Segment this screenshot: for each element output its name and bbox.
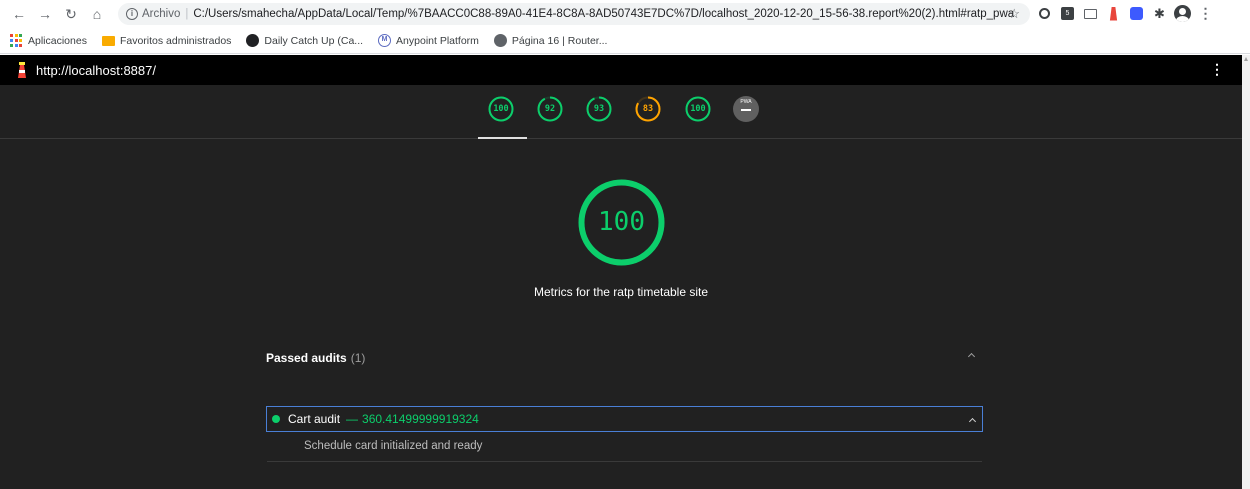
shield-extension-icon[interactable] [1128,5,1145,22]
score-gauges-bar: 100 92 93 83 100 PWA [0,85,1242,139]
lighthouse-report: http://localhost:8887/ ⋮ 100 92 93 83 10… [0,55,1242,489]
chevron-up-icon[interactable] [968,351,976,359]
gauge-value: 93 [593,104,605,114]
report-topbar: http://localhost:8887/ ⋮ [0,55,1242,85]
address-bar[interactable]: i Archivo | C:/Users/smahecha/AppData/Lo… [118,3,1030,25]
extension-icons: 5 ✱ ⋮ [1036,5,1214,22]
pwa-badge[interactable]: PWA [733,96,759,122]
puzzle-icon[interactable]: ✱ [1151,5,1168,22]
bookmark-label: Anypoint Platform [396,34,479,47]
bookmark-router-page[interactable]: Página 16 | Router... [493,34,608,47]
gauge-value: 83 [642,104,654,114]
gauge-5[interactable]: 100 [684,95,712,123]
bookmark-daily-catch-up[interactable]: Daily Catch Up (Ca... [246,34,363,47]
bookmark-label: Aplicaciones [28,34,87,47]
pwa-badge-label: PWA [740,99,752,105]
back-icon[interactable]: ← [8,3,30,25]
url-path: C:/Users/smahecha/AppData/Local/Temp/%7B… [193,8,1015,20]
lighthouse-extension-icon[interactable] [1105,5,1122,22]
active-gauge-underline [478,137,527,139]
pwa-dash-icon [741,109,751,111]
audit-row-cart[interactable]: Cart audit — 360.41499999919324 [266,406,983,432]
browser-menu-icon[interactable]: ⋮ [1197,5,1214,22]
bookmarks-bar: Aplicaciones Favoritos administrados Dai… [0,28,1250,54]
lighthouse-logo-icon [16,62,28,78]
gauge-value: 100 [493,104,509,114]
folder-icon [101,35,115,46]
cast-icon[interactable] [1082,5,1099,22]
bookmark-apps[interactable]: Aplicaciones [10,34,87,47]
gauge-4[interactable]: 83 [634,95,662,123]
page-scrollbar[interactable] [1242,55,1250,489]
reload-icon[interactable]: ↻ [60,3,82,25]
report-menu-icon[interactable]: ⋮ [1210,61,1224,78]
bookmark-anypoint-platform[interactable]: M Anypoint Platform [378,34,479,47]
chevron-up-icon[interactable] [969,416,977,424]
home-icon[interactable]: ⌂ [86,3,108,25]
gauge-2[interactable]: 92 [536,95,564,123]
audit-dash: — [346,412,359,426]
audit-title: Cart audit [288,412,341,426]
gauge-3[interactable]: 93 [585,95,613,123]
passed-audits-title: Passed audits [266,351,347,365]
bookmark-label: Daily Catch Up (Ca... [264,34,364,47]
extension-square-icon[interactable]: 5 [1059,5,1076,22]
star-icon[interactable]: ☆ [1008,6,1020,22]
audit-description: Schedule card initialized and ready [267,432,982,462]
profile-avatar-icon[interactable] [1174,5,1191,22]
url-scheme: Archivo [142,8,181,20]
bookmark-managed-favorites[interactable]: Favoritos administrados [101,34,232,47]
bookmark-label: Favoritos administrados [119,34,232,47]
bookmark-label: Página 16 | Router... [511,34,608,47]
forward-icon[interactable]: → [34,3,56,25]
mulesoft-icon: M [378,34,392,47]
url-separator: | [185,8,189,20]
report-url[interactable]: http://localhost:8887/ [36,63,156,78]
browser-toolbar: ← → ↻ ⌂ i Archivo | C:/Users/smahecha/Ap… [0,0,1250,28]
gauge-value: 100 [690,104,706,114]
passed-audits-count: (1) [350,351,366,365]
apps-grid-icon [10,34,23,47]
pass-status-icon [272,415,280,423]
extension-ring-icon[interactable] [1036,5,1053,22]
globe-icon [493,34,507,47]
passed-audits-header[interactable]: Passed audits (1) [266,345,982,371]
category-description: Metrics for the ratp timetable site [533,285,709,299]
category-score-value: 100 [598,207,645,237]
audit-metric-value: 360.41499999919324 [362,412,479,426]
gauge-1[interactable]: 100 [487,95,515,123]
category-score-gauge: 100 [577,178,666,267]
circle-icon [246,34,260,47]
info-icon[interactable]: i [126,8,138,20]
gauge-value: 92 [544,104,556,114]
